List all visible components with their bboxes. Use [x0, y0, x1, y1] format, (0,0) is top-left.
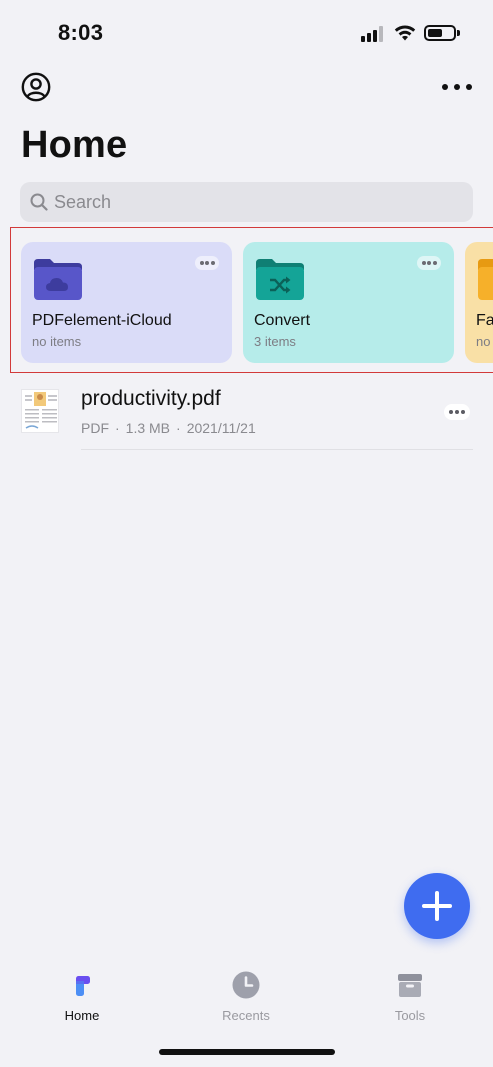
home-indicator — [159, 1049, 335, 1055]
folder-icon — [478, 259, 493, 300]
file-type: PDF — [81, 420, 109, 436]
folder-card-partial[interactable]: Fa no — [465, 242, 493, 363]
cellular-signal-icon — [361, 26, 387, 42]
search-bar[interactable] — [20, 182, 473, 222]
toolbox-icon — [398, 974, 422, 997]
folder-more-button[interactable] — [195, 256, 219, 270]
folder-item-count: no — [476, 334, 491, 349]
profile-icon[interactable] — [21, 72, 51, 102]
folder-item-count: 3 items — [254, 334, 296, 349]
folder-name: PDFelement-iCloud — [32, 312, 172, 329]
file-thumbnail — [21, 389, 59, 433]
folder-name: Convert — [254, 312, 311, 329]
convert-folder-icon — [256, 259, 304, 300]
more-options-button[interactable] — [442, 77, 472, 97]
folder-name: Fa — [476, 312, 493, 329]
status-time: 8:03 — [58, 20, 104, 45]
add-button[interactable] — [404, 873, 470, 939]
file-more-button[interactable] — [444, 404, 470, 420]
file-size: 1.3 MB — [125, 420, 171, 436]
tab-recents[interactable]: Recents — [191, 970, 301, 1030]
tab-label: Tools — [394, 1008, 426, 1023]
tab-home[interactable]: Home — [27, 970, 137, 1030]
status-bar: 8:03 — [0, 0, 493, 66]
wifi-icon — [394, 25, 416, 41]
meta-separator: · — [176, 420, 181, 436]
list-divider — [81, 449, 473, 450]
folder-card-convert[interactable]: Convert 3 items — [243, 242, 454, 363]
pdf-thumbnail-icon — [22, 390, 58, 432]
file-list-item[interactable]: productivity.pdf PDF · 1.3 MB · 2021/11/… — [0, 384, 493, 450]
home-icon — [76, 976, 90, 996]
battery-icon — [424, 25, 460, 41]
file-name: productivity.pdf — [81, 387, 221, 410]
cloud-folder-icon — [34, 259, 82, 300]
file-meta: PDF · 1.3 MB · 2021/11/21 — [81, 420, 256, 436]
page-title: Home — [21, 124, 128, 166]
search-icon — [30, 193, 48, 211]
tab-tools[interactable]: Tools — [355, 970, 465, 1030]
file-date: 2021/11/21 — [186, 420, 256, 436]
home-screen: 8:03 Home Search PDFelement-iCloud no it… — [0, 0, 493, 1067]
folder-card-pdfelement-icloud[interactable]: PDFelement-iCloud no items — [21, 242, 232, 363]
clock-icon — [232, 971, 260, 999]
search-input[interactable] — [54, 191, 434, 213]
tab-label: Recents — [222, 1008, 270, 1023]
tab-label: Home — [64, 1008, 100, 1023]
folder-more-button[interactable] — [417, 256, 441, 270]
meta-separator: · — [115, 420, 120, 436]
folder-item-count: no items — [32, 334, 82, 349]
folder-carousel[interactable]: PDFelement-iCloud no items Convert 3 ite… — [10, 227, 493, 373]
